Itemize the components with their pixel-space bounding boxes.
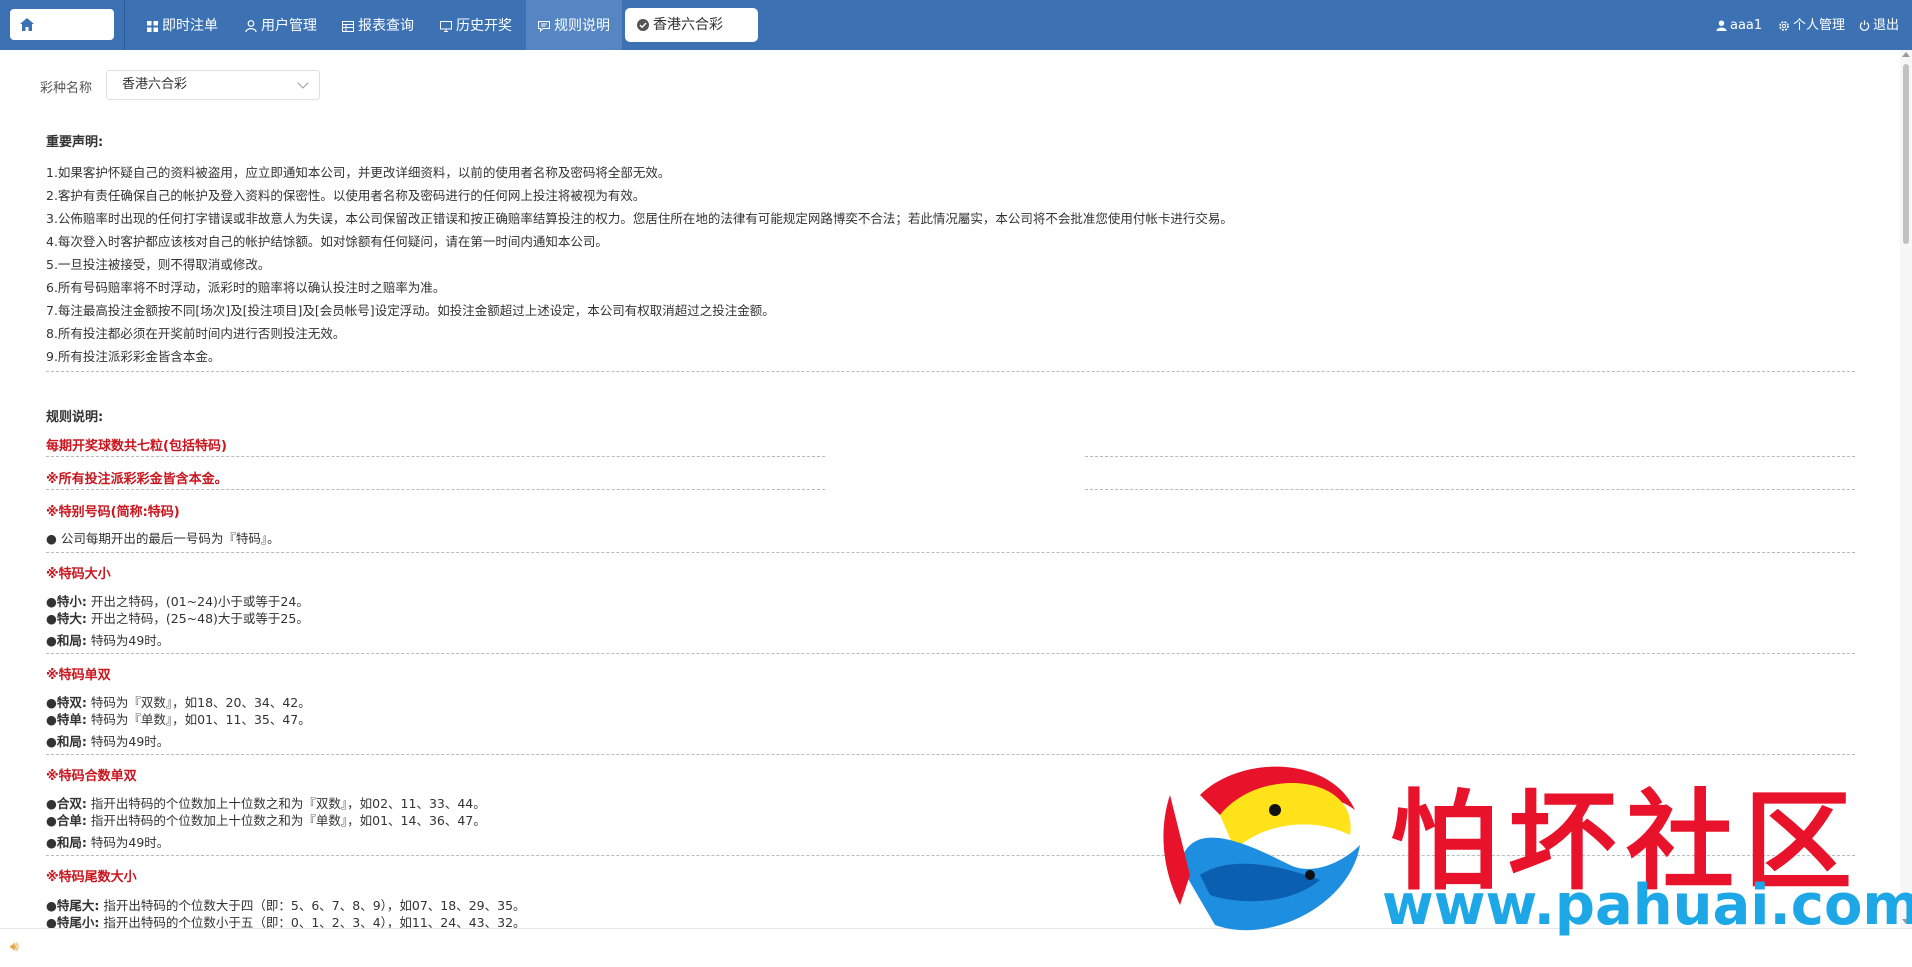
divider (1085, 456, 1855, 457)
rule-heading: ※特码合数单双 (46, 769, 137, 784)
user-menu[interactable]: aaa1 (1716, 0, 1762, 50)
rule-item: ●和局: 特码为49时。 (46, 731, 169, 750)
rule-item-text: 特码为49时。 (90, 835, 170, 850)
rule-item: ●和局: 特码为49时。 (46, 630, 169, 649)
rule-item-text: 开出之特码，(01~24)小于或等于24。 (90, 594, 309, 609)
rule-item: ●特大: 开出之特码，(25~48)大于或等于25。 (46, 608, 309, 627)
disclaimer-line: 9.所有投注派彩彩金皆含本金。 (46, 349, 221, 364)
gear-icon (1779, 20, 1789, 31)
nav-divider (124, 0, 125, 50)
divider (46, 371, 1855, 372)
divider (46, 552, 1855, 553)
nav-item-label: 即时注单 (162, 18, 218, 34)
rule-item-key: ●和局: (46, 633, 87, 648)
username: aaa1 (1730, 18, 1763, 33)
grid-icon (147, 20, 158, 32)
nav-item-label: 用户管理 (261, 18, 317, 34)
logout-link[interactable]: 退出 (1859, 0, 1899, 50)
profile-link[interactable]: 个人管理 (1778, 0, 1845, 50)
lottery-type-label: 彩种名称 (40, 81, 93, 96)
select-value: 香港六合彩 (122, 77, 188, 92)
disclaimer-line: 2.客护有责任确保自己的帐护及登入资料的保密性。以使用者名称及密码进行的任何网上… (46, 188, 646, 203)
rule-item-key: ●特双: (46, 695, 87, 710)
rule-heading: ※特别号码(简称:特码) (46, 505, 180, 520)
disclaimer-line: 8.所有投注都必须在开奖前时间内进行否则投注无效。 (46, 326, 346, 341)
rule-item: ●特尾小: 指开出特码的个位数小于五（即：0、1、2、3、4），如11、24、4… (46, 912, 526, 928)
speaker-icon[interactable]: 🔊︎ (10, 939, 19, 955)
rule-item-key: ●和局: (46, 734, 87, 749)
table-icon (342, 20, 354, 32)
divider (1085, 489, 1855, 490)
rules-highlight: 每期开奖球数共七粒(包括特码) (46, 439, 227, 454)
rule-item-text: 特码为『双数』，如18、20、34、42。 (90, 695, 311, 710)
watermark: 怕坏社区 www.pahuai.com (1160, 755, 1912, 955)
profile-label: 个人管理 (1793, 18, 1846, 33)
rule-item: ●和局: 特码为49时。 (46, 832, 169, 851)
disclaimer-line: 7.每注最高投注金额按不同[场次]及[投注项目]及[会员帐号]设定浮动。如投注金… (46, 303, 775, 318)
logout-label: 退出 (1873, 18, 1900, 33)
rule-item-key: ●特尾大: (46, 898, 100, 913)
rule-item-text: 特码为49时。 (90, 633, 170, 648)
top-nav-bar: 即时注单 用户管理 报表查询 历史开奖 规则说明 香港六合彩 aaa1 个人管理… (0, 0, 1912, 50)
scrollbar-thumb[interactable] (1903, 64, 1909, 244)
disclaimer-line: 6.所有号码赔率将不时浮动，派彩时的赔率将以确认投注时之赔率为准。 (46, 280, 446, 295)
rule-item: ● 公司每期开出的最后一号码为『特码』。 (46, 528, 280, 547)
rule-heading: ※特码单双 (46, 668, 111, 683)
rule-item: ●特单: 特码为『单数』，如01、11、35、47。 (46, 709, 311, 728)
rule-item-key: ●和局: (46, 835, 87, 850)
rule-item-text: 指开出特码的个位数大于四（即：5、6、7、8、9），如07、18、29、35。 (103, 898, 526, 913)
home-button[interactable] (10, 9, 114, 40)
divider (46, 456, 825, 457)
nav-item-label: 历史开奖 (456, 18, 512, 34)
check-circle-icon (637, 19, 649, 31)
rules-title: 规则说明: (46, 410, 104, 425)
nav-item-rules[interactable]: 规则说明 (526, 0, 622, 50)
nav-item-history[interactable]: 历史开奖 (440, 0, 512, 50)
rule-item-text: 开出之特码，(25~48)大于或等于25。 (90, 611, 309, 626)
rule-heading: ※特码大小 (46, 567, 111, 582)
rule-item-key: ●合单: (46, 813, 87, 828)
message-icon (538, 20, 550, 32)
rule-item-text: 指开出特码的个位数加上十位数之和为『双数』，如02、11、33、44。 (90, 796, 486, 811)
rule-item-key: ●特单: (46, 712, 87, 727)
rule-item-text: 特码为『单数』，如01、11、35、47。 (90, 712, 311, 727)
rule-item-key: ●合双: (46, 796, 87, 811)
nav-item-label: 报表查询 (358, 18, 414, 34)
nav-item-bets[interactable]: 即时注单 (147, 0, 218, 50)
user-icon (245, 20, 257, 32)
rule-item-key: ●特大: (46, 611, 87, 626)
rule-item-text: 指开出特码的个位数小于五（即：0、1、2、3、4），如11、24、43、32。 (103, 915, 526, 928)
lottery-type-select[interactable]: 香港六合彩 (106, 70, 320, 100)
watermark-url: www.pahuai.com (1382, 873, 1912, 938)
rule-item-text: ● 公司每期开出的最后一号码为『特码』。 (46, 531, 280, 546)
fish-logo-icon (1163, 766, 1360, 931)
disclaimer-title: 重要声明: (46, 135, 104, 150)
disclaimer-line: 1.如果客护怀疑自己的资料被盗用，应立即通知本公司，并更改详细资料，以前的使用者… (46, 165, 671, 180)
user-icon (1716, 20, 1727, 31)
vertical-scrollbar[interactable] (1900, 50, 1912, 928)
tab-hk-lottery[interactable]: 香港六合彩 (625, 8, 758, 42)
rule-item: ●合单: 指开出特码的个位数加上十位数之和为『单数』，如01、14、36、47。 (46, 810, 486, 829)
divider (46, 653, 1855, 654)
tab-label: 香港六合彩 (653, 17, 723, 33)
disclaimer-line: 4.每次登入时客护都应该核对自己的帐护结馀额。如对馀额有任何疑问，请在第一时间内… (46, 234, 608, 249)
rule-item-text: 特码为49时。 (90, 734, 170, 749)
scroll-up-arrow-icon[interactable] (1902, 52, 1910, 57)
monitor-icon (440, 20, 452, 32)
rule-item-key: ●特尾小: (46, 915, 100, 928)
divider (46, 489, 825, 490)
nav-item-users[interactable]: 用户管理 (245, 0, 317, 50)
rule-heading: ※特码尾数大小 (46, 870, 137, 885)
home-icon (20, 18, 34, 31)
chevron-down-icon (297, 77, 309, 89)
nav-item-label: 规则说明 (554, 18, 610, 34)
disclaimer-line: 3.公佈赔率时出现的任何打字错误或非故意人为失误，本公司保留改正错误和按正确赔率… (46, 211, 1233, 226)
rule-item-key: ●特小: (46, 594, 87, 609)
rule-item-text: 指开出特码的个位数加上十位数之和为『单数』，如01、14、36、47。 (90, 813, 486, 828)
power-icon (1859, 20, 1870, 31)
disclaimer-line: 5.一旦投注被接受，则不得取消或修改。 (46, 257, 271, 272)
nav-item-reports[interactable]: 报表查询 (342, 0, 414, 50)
rules-highlight: ※所有投注派彩彩金皆含本金。 (46, 472, 228, 487)
